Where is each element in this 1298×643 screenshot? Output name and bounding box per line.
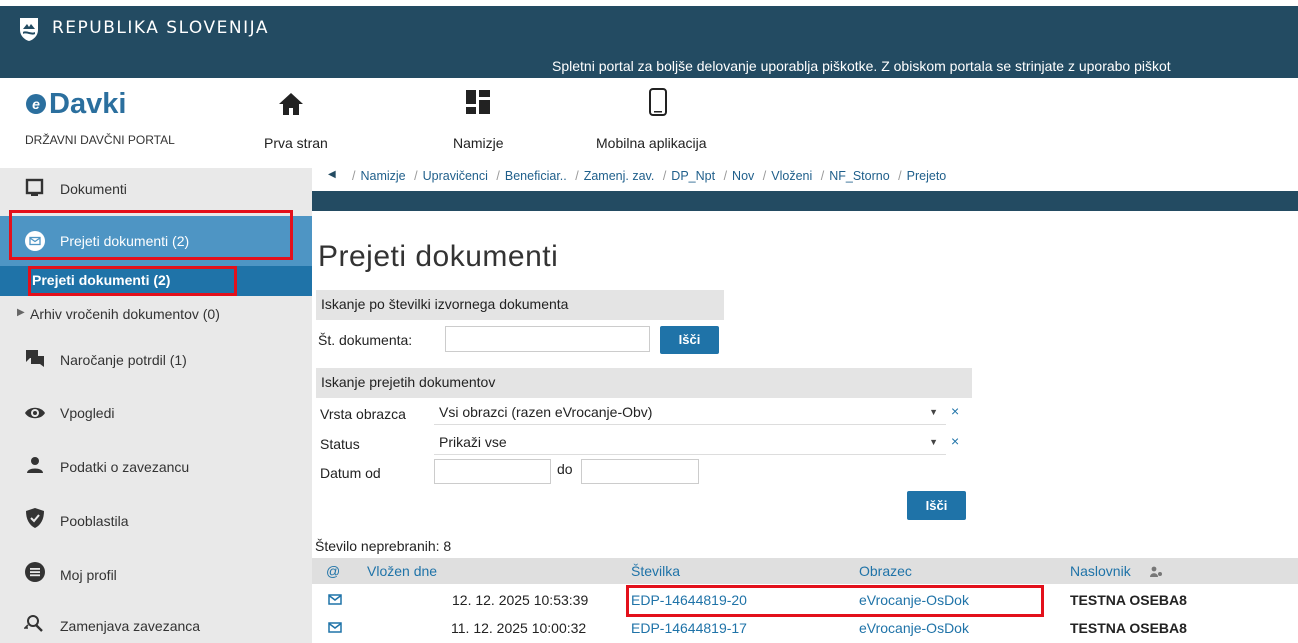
cell-submitted-date: 12. 12. 2025 10:53:39 — [452, 592, 589, 608]
sidebar-item-authorizations[interactable]: Pooblastila — [0, 498, 312, 540]
search-received-button[interactable]: Išči — [907, 491, 966, 520]
breadcrumb-item[interactable]: Zamenj. zav. — [584, 169, 655, 183]
nav-dashboard[interactable]: Namizje — [450, 78, 520, 168]
document-icon — [25, 178, 44, 196]
nav-dashboard-label: Namizje — [453, 135, 504, 151]
coat-of-arms-icon — [20, 18, 38, 41]
cell-recipient: TESTNA OSEBA8 — [1070, 592, 1187, 608]
cookie-notice: Spletni portal za boljše delovanje upora… — [552, 58, 1171, 74]
dashboard-icon — [466, 90, 490, 114]
chevron-down-icon: ▼ — [929, 407, 938, 417]
government-name[interactable]: REPUBLIKA SLOVENIJA — [52, 18, 269, 38]
date-to-label: do — [557, 461, 573, 477]
shield-icon — [26, 508, 44, 528]
sidebar-item-taxpayer-data[interactable]: Podatki o zavezancu — [0, 446, 312, 488]
comments-icon — [26, 350, 44, 367]
breadcrumb-item[interactable]: Beneficiar.. — [505, 169, 567, 183]
table-header: @ Vložen dne Številka Obrazec Naslovnik — [312, 558, 1298, 584]
portal-header: e Davki DRŽAVNI DAVČNI PORTAL Prva stran … — [0, 78, 1298, 168]
clear-status-icon[interactable]: × — [951, 433, 959, 449]
sidebar-subitem-received-documents[interactable]: Prejeti dokumenti (2) — [0, 266, 312, 296]
logo-e-icon: e — [26, 94, 46, 114]
person-icon — [27, 457, 43, 473]
expand-arrow-icon: ▶ — [17, 307, 25, 318]
header-strip — [312, 191, 1298, 211]
breadcrumb-item[interactable]: Nov — [732, 169, 754, 183]
sidebar-item-my-profile[interactable]: Moj profil — [0, 552, 312, 594]
date-from-input[interactable] — [434, 459, 551, 484]
cell-number-link[interactable]: EDP-14644819-20 — [631, 592, 747, 608]
davki-logo[interactable]: e Davki — [26, 88, 126, 121]
cell-recipient: TESTNA OSEBA8 — [1070, 620, 1187, 636]
status-select[interactable]: Prikaži vse ▼ — [434, 431, 946, 455]
breadcrumb-item[interactable]: Vloženi — [771, 169, 812, 183]
column-at[interactable]: @ — [326, 563, 340, 579]
sidebar-item-received-documents[interactable]: Prejeti dokumenti (2) — [0, 216, 312, 266]
column-form[interactable]: Obrazec — [859, 563, 912, 579]
portal-subtitle: DRŽAVNI DAVČNI PORTAL — [25, 133, 175, 147]
chevron-down-icon: ▼ — [929, 437, 938, 447]
sidebar: Dokumenti Prejeti dokumenti (2) Prejeti … — [0, 168, 312, 643]
nav-mobile-app[interactable]: Mobilna aplikacija — [596, 78, 736, 168]
cell-number-link[interactable]: EDP-14644819-17 — [631, 620, 747, 636]
breadcrumb-item[interactable]: NF_Storno — [829, 169, 889, 183]
sidebar-item-insights[interactable]: Vpogledi — [0, 393, 312, 435]
cell-submitted-date: 11. 12. 2025 10:00:32 — [451, 620, 587, 636]
breadcrumb-item[interactable]: Namizje — [360, 169, 405, 183]
sidebar-item-switch-taxpayer[interactable]: Zamenjava zavezanca — [0, 604, 312, 643]
date-from-label: Datum od — [320, 465, 381, 481]
column-recipient[interactable]: Naslovnik — [1070, 563, 1131, 579]
search-by-number-button[interactable]: Išči — [660, 326, 719, 354]
envelope-icon — [328, 622, 342, 633]
table-row[interactable]: 12. 12. 2025 10:53:39 EDP-14644819-20 eV… — [312, 586, 1298, 615]
breadcrumb-back-icon[interactable]: ◀ — [328, 169, 336, 180]
form-type-label: Vrsta obrazca — [320, 406, 406, 422]
breadcrumb-item[interactable]: Upravičenci — [423, 169, 488, 183]
cell-form-link[interactable]: eVrocanje-OsDok — [859, 592, 969, 608]
nav-home[interactable]: Prva stran — [262, 78, 342, 168]
breadcrumb: ◀ / Namizje / Upravičenci / Beneficiar.. / Z… — [312, 168, 1298, 188]
home-icon — [279, 93, 303, 115]
envelope-icon — [328, 594, 342, 605]
page-title: Prejeti dokumenti — [318, 240, 559, 273]
document-number-label: Št. dokumenta: — [318, 332, 413, 348]
date-to-input[interactable] — [581, 459, 699, 484]
sidebar-subitem-archive[interactable]: ▶ Arhiv vročenih dokumentov (0) — [0, 301, 312, 327]
search-by-number-heading: Iskanje po številki izvornega dokumenta — [316, 290, 724, 320]
government-bar: REPUBLIKA SLOVENIJA Spletni portal za bo… — [0, 6, 1298, 78]
document-number-input[interactable] — [445, 326, 650, 352]
eye-icon — [25, 407, 45, 419]
cell-form-link[interactable]: eVrocanje-OsDok — [859, 620, 969, 636]
recipient-filter-icon[interactable] — [1149, 566, 1163, 578]
list-icon — [25, 562, 45, 582]
breadcrumb-item[interactable]: Prejeto — [907, 169, 947, 183]
column-number[interactable]: Številka — [631, 563, 680, 579]
sidebar-item-certificates[interactable]: Naročanje potrdil (1) — [0, 338, 312, 380]
envelope-icon — [25, 231, 45, 251]
search-received-heading: Iskanje prejetih dokumentov — [316, 368, 972, 398]
switch-user-icon — [24, 615, 43, 632]
status-label: Status — [320, 436, 360, 452]
nav-mobile-app-label: Mobilna aplikacija — [596, 135, 707, 151]
mobile-icon — [649, 88, 667, 116]
sidebar-item-documents[interactable]: Dokumenti — [0, 168, 312, 210]
breadcrumb-item[interactable]: DP_Npt — [671, 169, 715, 183]
unread-count: Število neprebranih: 8 — [315, 538, 452, 554]
nav-home-label: Prva stran — [264, 135, 328, 151]
clear-form-type-icon[interactable]: × — [951, 403, 959, 419]
table-row[interactable]: 11. 12. 2025 10:00:32 EDP-14644819-17 eV… — [312, 614, 1298, 643]
form-type-select[interactable]: Vsi obrazci (razen eVrocanje-Obv) ▼ — [434, 401, 946, 425]
column-submitted-date[interactable]: Vložen dne — [367, 563, 437, 579]
